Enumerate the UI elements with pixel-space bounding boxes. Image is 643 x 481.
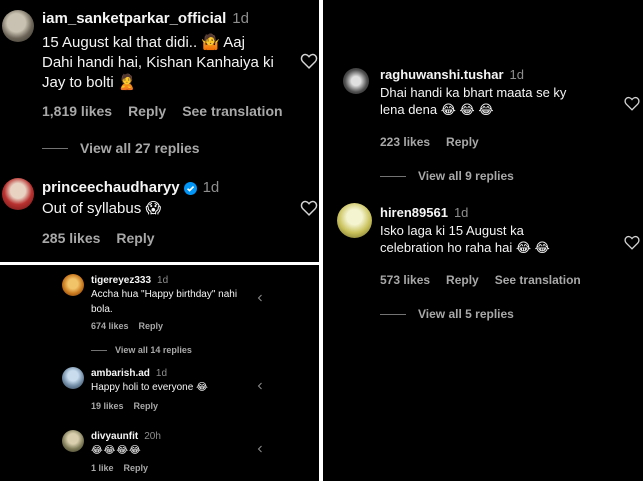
- comment-username[interactable]: tigereyez333 1d: [91, 275, 168, 286]
- avatar[interactable]: [343, 68, 369, 94]
- reply-button[interactable]: Reply: [134, 401, 159, 411]
- heart-icon[interactable]: [256, 382, 263, 390]
- comment-text: 15 August kal that didi.. 🤷 Aaj Dahi han…: [42, 34, 274, 91]
- reply-button[interactable]: Reply: [128, 103, 166, 119]
- avatar[interactable]: [62, 274, 84, 296]
- see-translation-link[interactable]: See translation: [182, 103, 282, 119]
- comment-meta: 285 likes Reply: [42, 230, 171, 246]
- heart-icon[interactable]: [256, 445, 263, 453]
- comment-age: 1d: [453, 205, 469, 220]
- likes-count[interactable]: 285 likes: [42, 230, 100, 246]
- comment-text: Happy holi to everyone 😂: [91, 382, 208, 393]
- avatar[interactable]: [2, 178, 34, 210]
- comment-age: 20h: [144, 431, 161, 442]
- likes-count[interactable]: 573 likes: [380, 273, 430, 287]
- comment-meta: 1 like Reply: [91, 463, 164, 473]
- avatar[interactable]: [337, 203, 372, 238]
- reply-button[interactable]: Reply: [139, 321, 164, 331]
- comment-age: 1d: [155, 368, 168, 379]
- comment-username[interactable]: ambarish.ad 1d: [91, 368, 167, 379]
- comment-item: iam_sanketparkar_official 1d 15 August ka…: [0, 0, 319, 165]
- likes-count[interactable]: 223 likes: [380, 135, 430, 149]
- heart-icon[interactable]: [624, 235, 640, 250]
- comment-meta: 223 likes Reply: [380, 135, 495, 149]
- likes-count[interactable]: 1,819 likes: [42, 103, 112, 119]
- right-panel: raghuwanshi.tushar 1d Dhai handi ka bhart…: [323, 0, 643, 481]
- comment-text: Isko laga ki 15 August ka celebration ho…: [380, 223, 550, 256]
- reply-button[interactable]: Reply: [124, 463, 149, 473]
- see-translation-link[interactable]: See translation: [495, 273, 581, 287]
- reply-button[interactable]: Reply: [116, 230, 154, 246]
- comment-age: 1d: [232, 10, 249, 27]
- comment-meta: 573 likes Reply See translation: [380, 273, 597, 287]
- comment-age: 1d: [157, 275, 169, 286]
- heart-icon[interactable]: [300, 53, 318, 69]
- comment-username[interactable]: raghuwanshi.tushar 1d: [380, 67, 524, 82]
- comment-username[interactable]: hiren89561 1d: [380, 205, 468, 220]
- comment-age: 1d: [202, 179, 220, 196]
- comment-text: 😂😂😂😂: [91, 445, 142, 456]
- comment-item: raghuwanshi.tushar 1d Dhai handi ka bhart…: [323, 60, 643, 190]
- heart-icon[interactable]: [300, 200, 318, 216]
- heart-icon[interactable]: [256, 294, 263, 302]
- comment-text: Dhai handi ka bhart maata se ky lena den…: [380, 85, 567, 118]
- comment-item: divyaunfit 20h 😂😂😂😂 1 like Reply: [0, 425, 319, 481]
- left-top-panel: iam_sanketparkar_official 1d 15 August ka…: [0, 0, 319, 262]
- comment-meta: 674 likes Reply: [91, 321, 179, 331]
- likes-count[interactable]: 674 likes: [91, 321, 129, 331]
- verified-badge-icon: [183, 181, 197, 195]
- comment-username[interactable]: divyaunfit 20h: [91, 431, 161, 442]
- avatar[interactable]: [2, 10, 34, 42]
- comment-meta: 1,819 likes Reply See translation: [42, 103, 299, 119]
- comment-item: hiren89561 1d Isko laga ki 15 August ka c…: [323, 200, 643, 330]
- comment-text: Accha hua "Happy birthday" nahi bola.: [91, 289, 238, 315]
- comment-age: 1d: [509, 67, 524, 82]
- view-replies-button[interactable]: View all 27 replies: [42, 140, 200, 156]
- view-replies-button[interactable]: View all 14 replies: [91, 345, 192, 355]
- comment-item: ambarish.ad 1d Happy holi to everyone 😂 1…: [0, 364, 319, 419]
- reply-button[interactable]: Reply: [446, 135, 479, 149]
- reply-button[interactable]: Reply: [446, 273, 479, 287]
- avatar[interactable]: [62, 430, 84, 452]
- comment-text: Out of syllabus 😱: [42, 200, 162, 217]
- view-replies-button[interactable]: View all 5 replies: [380, 307, 514, 321]
- comment-username[interactable]: princeechaudharyy 1d: [42, 179, 219, 196]
- heart-icon[interactable]: [624, 96, 640, 111]
- likes-count[interactable]: 19 likes: [91, 401, 124, 411]
- comment-item: tigereyez333 1d Accha hua "Happy birthday…: [0, 265, 319, 365]
- avatar[interactable]: [62, 367, 84, 389]
- likes-count[interactable]: 1 like: [91, 463, 114, 473]
- left-bottom-panel: tigereyez333 1d Accha hua "Happy birthday…: [0, 265, 319, 481]
- comment-item: princeechaudharyy 1d Out of syllabus 😱 28…: [0, 170, 319, 260]
- view-replies-button[interactable]: View all 9 replies: [380, 169, 514, 183]
- comment-username[interactable]: iam_sanketparkar_official 1d: [42, 10, 249, 27]
- comment-meta: 19 likes Reply: [91, 401, 174, 411]
